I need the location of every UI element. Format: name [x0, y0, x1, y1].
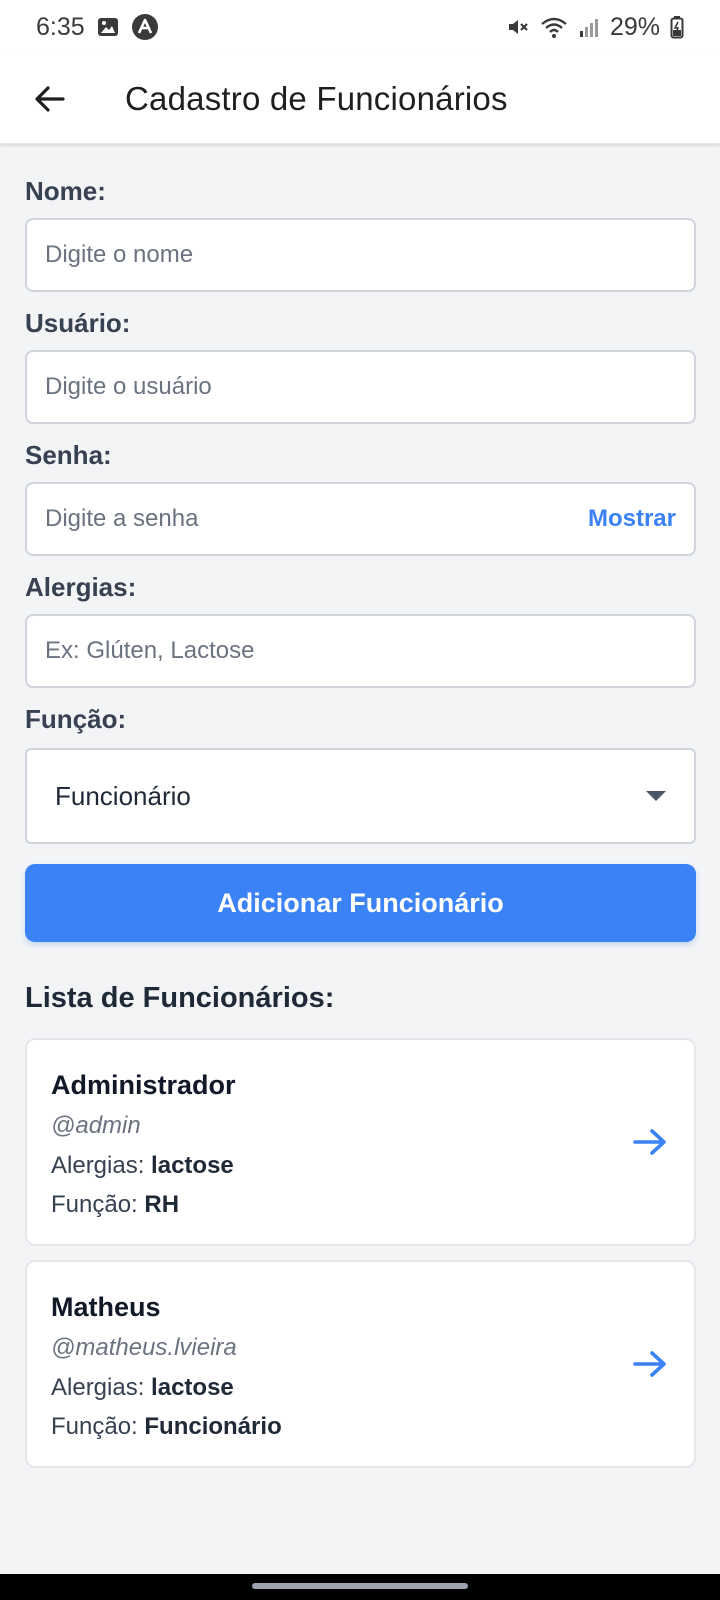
username-label: Usuário:	[25, 308, 131, 338]
gallery-icon	[97, 16, 119, 38]
role-prefix: Função:	[51, 1413, 145, 1440]
status-bar: 6:35 29%	[0, 0, 720, 54]
arrow-right-icon[interactable]	[630, 1344, 670, 1384]
screen: 6:35 29% Cadastro de Funcionários Nome: …	[0, 0, 720, 1600]
allergies-input[interactable]: Ex: Glúten, Lactose	[25, 614, 696, 688]
status-time: 6:35	[36, 12, 85, 41]
role-select[interactable]: Funcionário	[25, 748, 696, 844]
caret-down-icon	[646, 791, 666, 801]
back-button[interactable]	[0, 54, 100, 144]
allergies-label: Alergias:	[25, 572, 137, 602]
show-password-button[interactable]: Mostrar	[588, 505, 676, 533]
role-label: Função:	[25, 704, 127, 734]
signal-icon	[578, 16, 600, 38]
role-selected-value: Funcionário	[55, 780, 191, 811]
arrow-left-icon	[33, 82, 67, 116]
username-placeholder: Digite o usuário	[45, 373, 212, 400]
mute-icon	[506, 15, 530, 39]
app-a-icon	[131, 13, 159, 41]
home-handle[interactable]	[252, 1583, 468, 1589]
employee-allergies: Alergias: lactose	[51, 1374, 670, 1405]
password-label: Senha:	[25, 440, 112, 470]
employee-name: Matheus	[51, 1292, 161, 1322]
employee-name: Administrador	[51, 1070, 236, 1100]
arrow-right-icon[interactable]	[630, 1122, 670, 1162]
navigation-bar	[0, 1574, 720, 1600]
allergies-value: lactose	[151, 1152, 234, 1179]
app-bar: Cadastro de Funcionários	[0, 54, 720, 144]
battery-icon	[670, 15, 684, 39]
password-input[interactable]: Digite a senha Mostrar	[25, 482, 696, 556]
name-placeholder: Digite o nome	[45, 241, 194, 268]
wifi-icon	[540, 15, 568, 39]
employee-username: @matheus.lvieira	[51, 1334, 237, 1361]
username-input[interactable]: Digite o usuário	[25, 350, 696, 424]
employee-card[interactable]: Administrador @admin Alergias: lactose F…	[25, 1038, 696, 1246]
role-prefix: Função:	[51, 1191, 145, 1218]
password-placeholder: Digite a senha	[45, 505, 199, 532]
form-container: Nome: Digite o nome Usuário: Digite o us…	[25, 144, 696, 1468]
page-title: Cadastro de Funcionários	[125, 79, 508, 117]
allergies-prefix: Alergias:	[51, 1152, 152, 1179]
allergies-prefix: Alergias:	[51, 1374, 152, 1401]
battery-percent: 29%	[609, 12, 660, 41]
employee-role: Função: RH	[51, 1191, 670, 1222]
employee-role: Função: Funcionário	[51, 1413, 670, 1444]
role-value: Funcionário	[144, 1413, 282, 1440]
allergies-placeholder: Ex: Glúten, Lactose	[45, 637, 255, 664]
employee-list-title: Lista de Funcionários:	[25, 982, 335, 1014]
add-employee-button[interactable]: Adicionar Funcionário	[25, 864, 696, 942]
employee-username: @admin	[51, 1112, 141, 1139]
role-value: RH	[144, 1191, 180, 1218]
employee-card[interactable]: Matheus @matheus.lvieira Alergias: lacto…	[25, 1260, 696, 1468]
name-input[interactable]: Digite o nome	[25, 218, 696, 292]
status-right: 29%	[506, 13, 684, 42]
name-label: Nome:	[25, 176, 106, 206]
status-left: 6:35	[36, 13, 159, 42]
employee-allergies: Alergias: lactose	[51, 1152, 670, 1183]
allergies-value: lactose	[151, 1374, 234, 1401]
